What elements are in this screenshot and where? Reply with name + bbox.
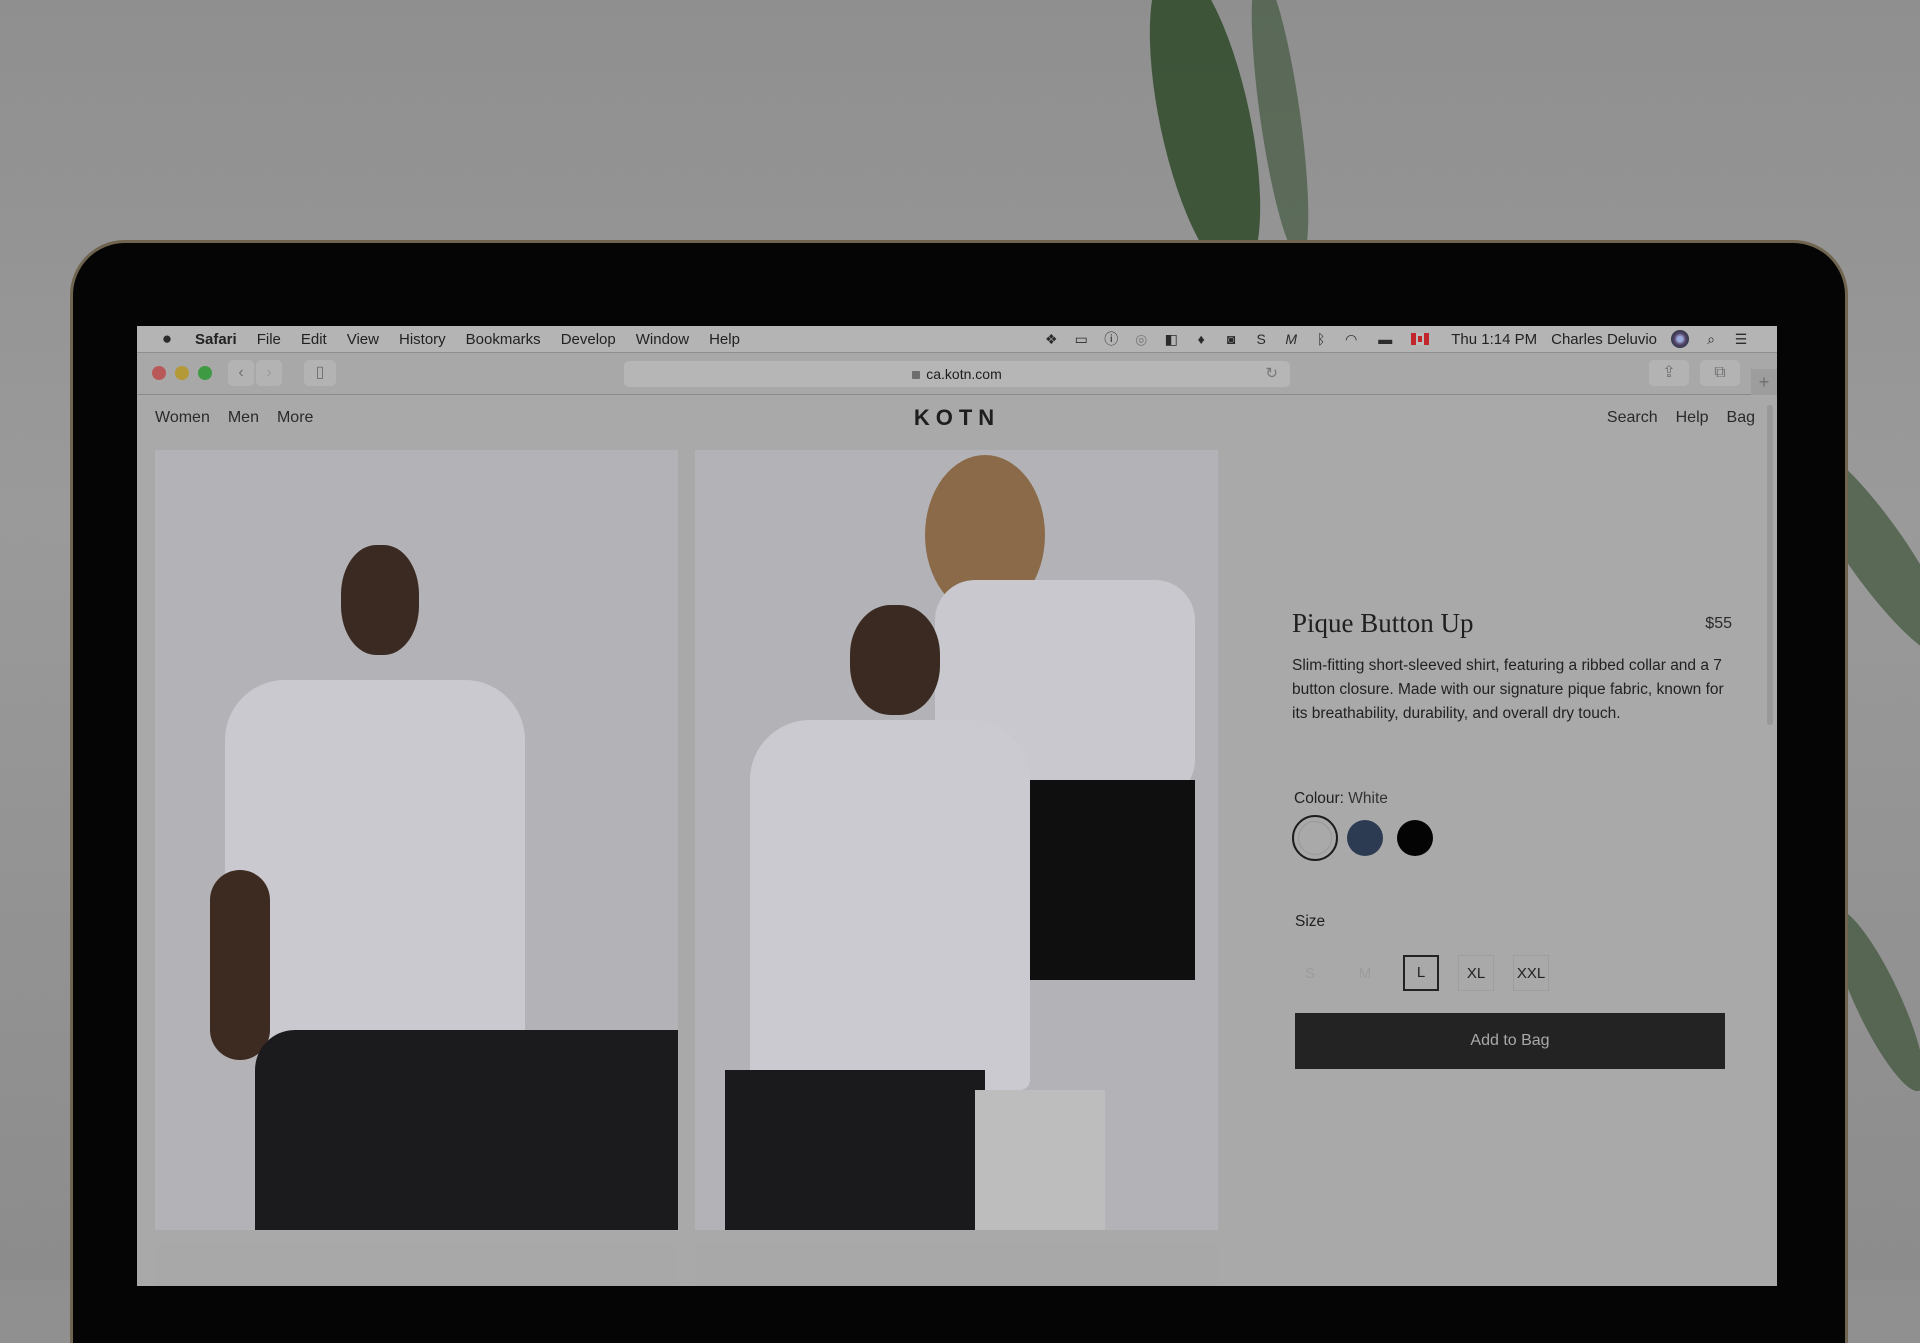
screenshot-camera-icon[interactable]: ◙	[1223, 331, 1239, 347]
menu-window[interactable]: Window	[636, 331, 689, 348]
colour-swatch-navy[interactable]	[1347, 820, 1383, 856]
site-logo[interactable]: KOTN	[137, 405, 1777, 431]
menu-history[interactable]: History	[399, 331, 446, 348]
canada-flag-icon[interactable]	[1411, 333, 1430, 345]
product-photo-two-models[interactable]	[695, 450, 1218, 1230]
lock-icon	[912, 371, 921, 379]
size-option-l[interactable]: L	[1403, 955, 1439, 991]
product-photo-model-seated[interactable]	[155, 450, 678, 1230]
share-icon: ⇪	[1662, 364, 1676, 381]
page-scrollbar[interactable]	[1767, 405, 1773, 725]
nav-search[interactable]: Search	[1607, 409, 1658, 427]
menu-file[interactable]: File	[257, 331, 281, 348]
spotlight-search-icon[interactable]: ⌕	[1703, 331, 1719, 347]
back-button[interactable]: ‹	[228, 360, 254, 386]
tabs-icon: ⧉	[1714, 364, 1726, 381]
colour-swatch-white[interactable]	[1292, 815, 1338, 861]
1password-icon[interactable]: ⓘ	[1103, 331, 1119, 347]
sketch-icon[interactable]: ♦	[1193, 331, 1209, 347]
size-label: Size	[1295, 913, 1326, 930]
chevron-left-icon: ‹	[238, 364, 244, 381]
menu-help[interactable]: Help	[709, 331, 740, 348]
size-option-m[interactable]: M	[1347, 955, 1383, 991]
macos-menubar: ● Safari File Edit View History Bookmark…	[137, 326, 1777, 353]
colour-swatch-black[interactable]	[1397, 820, 1433, 856]
product-description: Slim-fitting short-sleeved shirt, featur…	[1292, 657, 1724, 722]
chevron-right-icon: ›	[266, 364, 272, 381]
product-title: Pique Button Up	[1292, 608, 1474, 638]
show-tabs-button[interactable]: ⧉	[1700, 360, 1740, 386]
menu-develop[interactable]: Develop	[561, 331, 616, 348]
man-pants	[725, 1070, 985, 1230]
menu-edit[interactable]: Edit	[301, 331, 327, 348]
forward-button[interactable]: ›	[256, 360, 282, 386]
laptop-screen: ● Safari File Edit View History Bookmark…	[137, 326, 1777, 1286]
bluetooth-icon[interactable]: ᛒ	[1313, 331, 1329, 347]
share-button[interactable]: ⇪	[1649, 360, 1689, 386]
dropbox-icon[interactable]: ❖	[1043, 331, 1059, 347]
woman-shorts	[1025, 780, 1195, 980]
notification-center-icon[interactable]: ☰	[1733, 331, 1749, 347]
nav-help[interactable]: Help	[1676, 409, 1709, 427]
window-maximize-button[interactable]	[198, 366, 212, 380]
nav-bag[interactable]: Bag	[1727, 409, 1755, 427]
plus-icon: +	[1758, 372, 1770, 392]
menu-view[interactable]: View	[347, 331, 379, 348]
sidebar-icon: ▯	[315, 364, 325, 381]
size-option-s[interactable]: S	[1292, 955, 1328, 991]
safari-toolbar: ‹ › ▯ ca.kotn.com ↻ ⇪ ⧉ +	[137, 353, 1777, 395]
window-minimize-button[interactable]	[175, 366, 189, 380]
window-close-button[interactable]	[152, 366, 166, 380]
model-shirt	[225, 680, 525, 1050]
new-tab-button[interactable]: +	[1751, 369, 1777, 395]
stool	[975, 1090, 1105, 1230]
menu-bookmarks[interactable]: Bookmarks	[466, 331, 541, 348]
colour-selected-value: White	[1348, 790, 1388, 807]
siri-icon[interactable]	[1671, 330, 1689, 348]
model-head	[341, 545, 419, 655]
s-icon[interactable]: S	[1253, 331, 1269, 347]
web-page: Women Men More KOTN Search Help Bag Piqu…	[137, 395, 1777, 1286]
colour-label-text: Colour:	[1294, 790, 1344, 807]
reload-icon[interactable]: ↻	[1265, 361, 1278, 387]
clipboard-icon[interactable]: ◧	[1163, 331, 1179, 347]
add-to-bag-button[interactable]: Add to Bag	[1295, 1013, 1725, 1069]
menubar-clock[interactable]: Thu 1:14 PM	[1451, 331, 1537, 348]
m-icon[interactable]: M	[1283, 331, 1299, 347]
menu-app-safari[interactable]: Safari	[195, 331, 237, 348]
apple-logo-icon[interactable]: ●	[159, 330, 175, 347]
url-text: ca.kotn.com	[926, 366, 1002, 382]
battery-icon[interactable]: ▬	[1373, 331, 1397, 347]
creative-cloud-icon[interactable]: ◎	[1133, 331, 1149, 347]
model-pants	[255, 1030, 678, 1230]
man-shirt	[750, 720, 1030, 1090]
product-price: $55	[1705, 615, 1732, 632]
address-bar[interactable]: ca.kotn.com ↻	[624, 361, 1290, 387]
man-head	[850, 605, 940, 715]
site-nav-right: Search Help Bag	[1607, 409, 1755, 427]
colour-label: Colour: White	[1294, 790, 1388, 808]
size-option-xxl[interactable]: XXL	[1513, 955, 1549, 991]
sidebar-toggle-button[interactable]: ▯	[304, 360, 336, 386]
size-option-xl[interactable]: XL	[1458, 955, 1494, 991]
display-icon[interactable]: ▭	[1073, 331, 1089, 347]
wifi-icon[interactable]: ◠	[1343, 331, 1359, 347]
model-arm	[210, 870, 270, 1060]
menubar-user[interactable]: Charles Deluvio	[1551, 331, 1657, 348]
